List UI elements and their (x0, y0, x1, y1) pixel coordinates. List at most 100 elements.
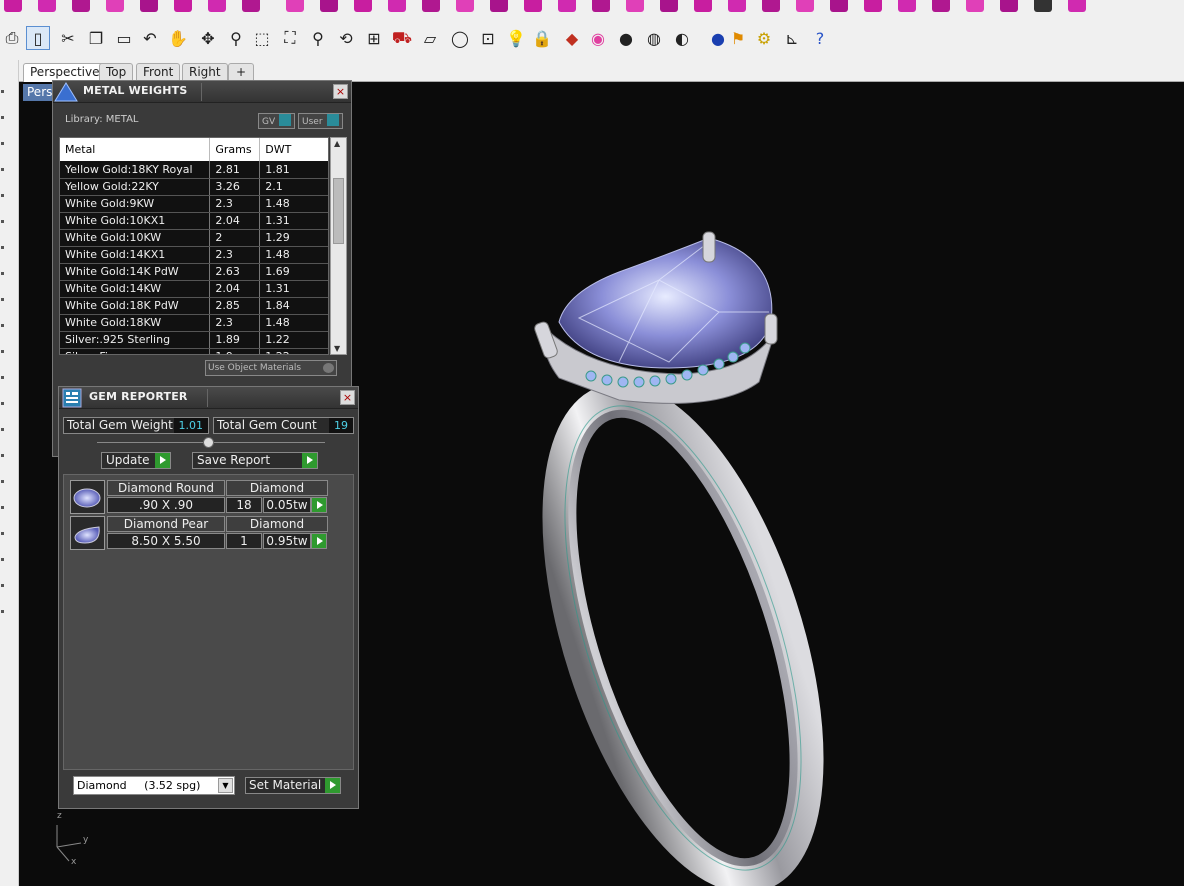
color-wheel-icon[interactable]: ◉ (586, 26, 610, 50)
gv-toggle[interactable]: GV (258, 113, 296, 129)
curve-icon[interactable] (72, 0, 90, 12)
cage-icon[interactable] (932, 0, 950, 12)
four-viewports-icon[interactable]: ⊞ (362, 26, 386, 50)
gear-icon[interactable] (1068, 0, 1086, 12)
table-row[interactable]: White Gold:10KX1 2.04 1.31 (60, 212, 328, 230)
shaded-sphere-icon[interactable]: ● (614, 26, 638, 50)
render-icon[interactable] (208, 0, 226, 12)
table-row[interactable]: White Gold:14K PdW 2.63 1.69 (60, 263, 328, 281)
ghosted-sphere-icon[interactable]: ◐ (670, 26, 694, 50)
zoom-extents-icon[interactable]: ⛶ (278, 26, 302, 50)
rendered-sphere-icon[interactable]: ◍ (642, 26, 666, 50)
pave-icon[interactable] (422, 0, 440, 12)
metal-weights-close-button[interactable]: × (333, 84, 348, 99)
material-icon[interactable]: ◆ (560, 26, 584, 50)
update-button[interactable]: Update (101, 452, 171, 469)
metal-table-scrollbar[interactable]: ▲ ▼ (330, 137, 347, 355)
dimension-tool-icon[interactable]: ⊾ (780, 26, 804, 50)
copy-icon[interactable]: ❐ (84, 26, 108, 50)
gem-icon[interactable] (242, 0, 260, 12)
table-row[interactable]: White Gold:10KW 2 1.29 (60, 229, 328, 247)
column-header-metal[interactable]: Metal (60, 138, 211, 161)
new-document-icon[interactable]: ▯ (26, 26, 50, 50)
gallery-icon[interactable] (456, 0, 474, 12)
ring-tool-icon[interactable]: ◯ (448, 26, 472, 50)
bezel-icon[interactable] (320, 0, 338, 12)
snap-icon[interactable]: ⊡ (476, 26, 500, 50)
flag-icon[interactable]: ⚑ (726, 26, 750, 50)
prong-icon[interactable] (286, 0, 304, 12)
gem-weight[interactable]: 0.95tw (263, 533, 327, 549)
text-icon[interactable] (524, 0, 542, 12)
metal-weights-titlebar[interactable]: METAL WEIGHTS × (53, 81, 351, 103)
settings-gear-icon[interactable]: ⚙ (752, 26, 776, 50)
gem-row[interactable]: Diamond Pear Diamond 8.50 X 5.50 1 0.95t… (70, 516, 328, 550)
gem-reporter-titlebar[interactable]: GEM REPORTER × (59, 387, 358, 409)
rotate-view-icon[interactable]: ⟲ (334, 26, 358, 50)
user-toggle[interactable]: User (298, 113, 343, 129)
use-object-materials-toggle[interactable]: Use Object Materials (205, 360, 337, 376)
channel-icon[interactable] (388, 0, 406, 12)
dimension-icon[interactable] (140, 0, 158, 12)
sweep-icon[interactable] (830, 0, 848, 12)
table-row[interactable]: White Gold:14KW 2.04 1.31 (60, 280, 328, 298)
save-report-button[interactable]: Save Report (192, 452, 318, 469)
array-icon[interactable] (592, 0, 610, 12)
table-row[interactable]: White Gold:18KW 2.3 1.48 (60, 314, 328, 332)
table-row[interactable]: White Gold:14KX1 2.3 1.48 (60, 246, 328, 264)
table-row[interactable]: Silver:Fine1.91.22 (60, 348, 328, 354)
pan-hand-icon[interactable]: ✋ (166, 26, 190, 50)
layer-icon[interactable]: ▱ (418, 26, 442, 50)
grid-icon[interactable] (966, 0, 984, 12)
fillet-icon[interactable] (660, 0, 678, 12)
scroll-down-icon[interactable]: ▼ (334, 344, 340, 353)
car-icon[interactable]: ⛟ (390, 26, 414, 50)
gem-row[interactable]: Diamond Round Diamond .90 X .90 18 0.05t… (70, 480, 328, 514)
light-bulb-icon[interactable]: 💡 (504, 26, 528, 50)
print-icon[interactable]: ⎙ (0, 26, 24, 50)
splitter-knob[interactable] (203, 437, 214, 448)
transform-icon[interactable] (106, 0, 124, 12)
measure-icon[interactable] (1000, 0, 1018, 12)
cut-icon[interactable]: ✂ (56, 26, 80, 50)
extrude-icon[interactable] (762, 0, 780, 12)
zoom-icon[interactable]: ⚲ (224, 26, 248, 50)
scroll-thumb[interactable] (333, 178, 344, 244)
lock-icon[interactable]: 🔒 (530, 26, 554, 50)
table-row[interactable]: White Gold:9KW 2.3 1.48 (60, 195, 328, 213)
shell-icon[interactable] (728, 0, 746, 12)
chevron-down-icon[interactable]: ▼ (218, 778, 233, 793)
column-header-grams[interactable]: Grams (209, 138, 261, 161)
gem-weight[interactable]: 0.05tw (263, 497, 327, 513)
mirror-icon[interactable] (626, 0, 644, 12)
loft-icon[interactable] (796, 0, 814, 12)
table-row[interactable]: Silver:.925 Sterling 1.89 1.22 (60, 331, 328, 349)
tab-top[interactable]: Top (99, 63, 134, 81)
set-material-button[interactable]: Set Material (245, 777, 341, 794)
move-view-icon[interactable]: ✥ (196, 26, 220, 50)
paste-icon[interactable]: ▭ (112, 26, 136, 50)
zoom-window-icon[interactable]: ⬚ (250, 26, 274, 50)
gem-reporter-close-button[interactable]: × (340, 390, 355, 405)
table-row[interactable]: Yellow Gold:22KY 3.26 2.1 (60, 178, 328, 196)
solid-icon[interactable] (174, 0, 192, 12)
add-tab-button[interactable]: + (228, 63, 254, 81)
gem-select-arrow-icon[interactable] (311, 497, 327, 513)
shank-icon[interactable] (354, 0, 372, 12)
help-icon[interactable]: ? (808, 26, 832, 50)
pattern-icon[interactable] (558, 0, 576, 12)
surface-icon[interactable] (38, 0, 56, 12)
gem-select-arrow-icon[interactable] (311, 533, 327, 549)
table-row[interactable]: Yellow Gold:18KY Royal 2.81 1.81 (60, 161, 328, 179)
table-row[interactable]: White Gold:18K PdW 2.85 1.84 (60, 297, 328, 315)
sphere-icon[interactable] (898, 0, 916, 12)
column-header-dwt[interactable]: DWT (259, 138, 328, 161)
zoom-selected-icon[interactable]: ⚲ (306, 26, 330, 50)
mesh-tool-icon[interactable] (4, 0, 22, 12)
star-icon[interactable] (864, 0, 882, 12)
undo-icon[interactable]: ↶ (138, 26, 162, 50)
tab-front[interactable]: Front (136, 63, 181, 81)
tab-right[interactable]: Right (182, 63, 228, 81)
dark-cube-icon[interactable] (1034, 0, 1052, 12)
head-icon[interactable] (490, 0, 508, 12)
